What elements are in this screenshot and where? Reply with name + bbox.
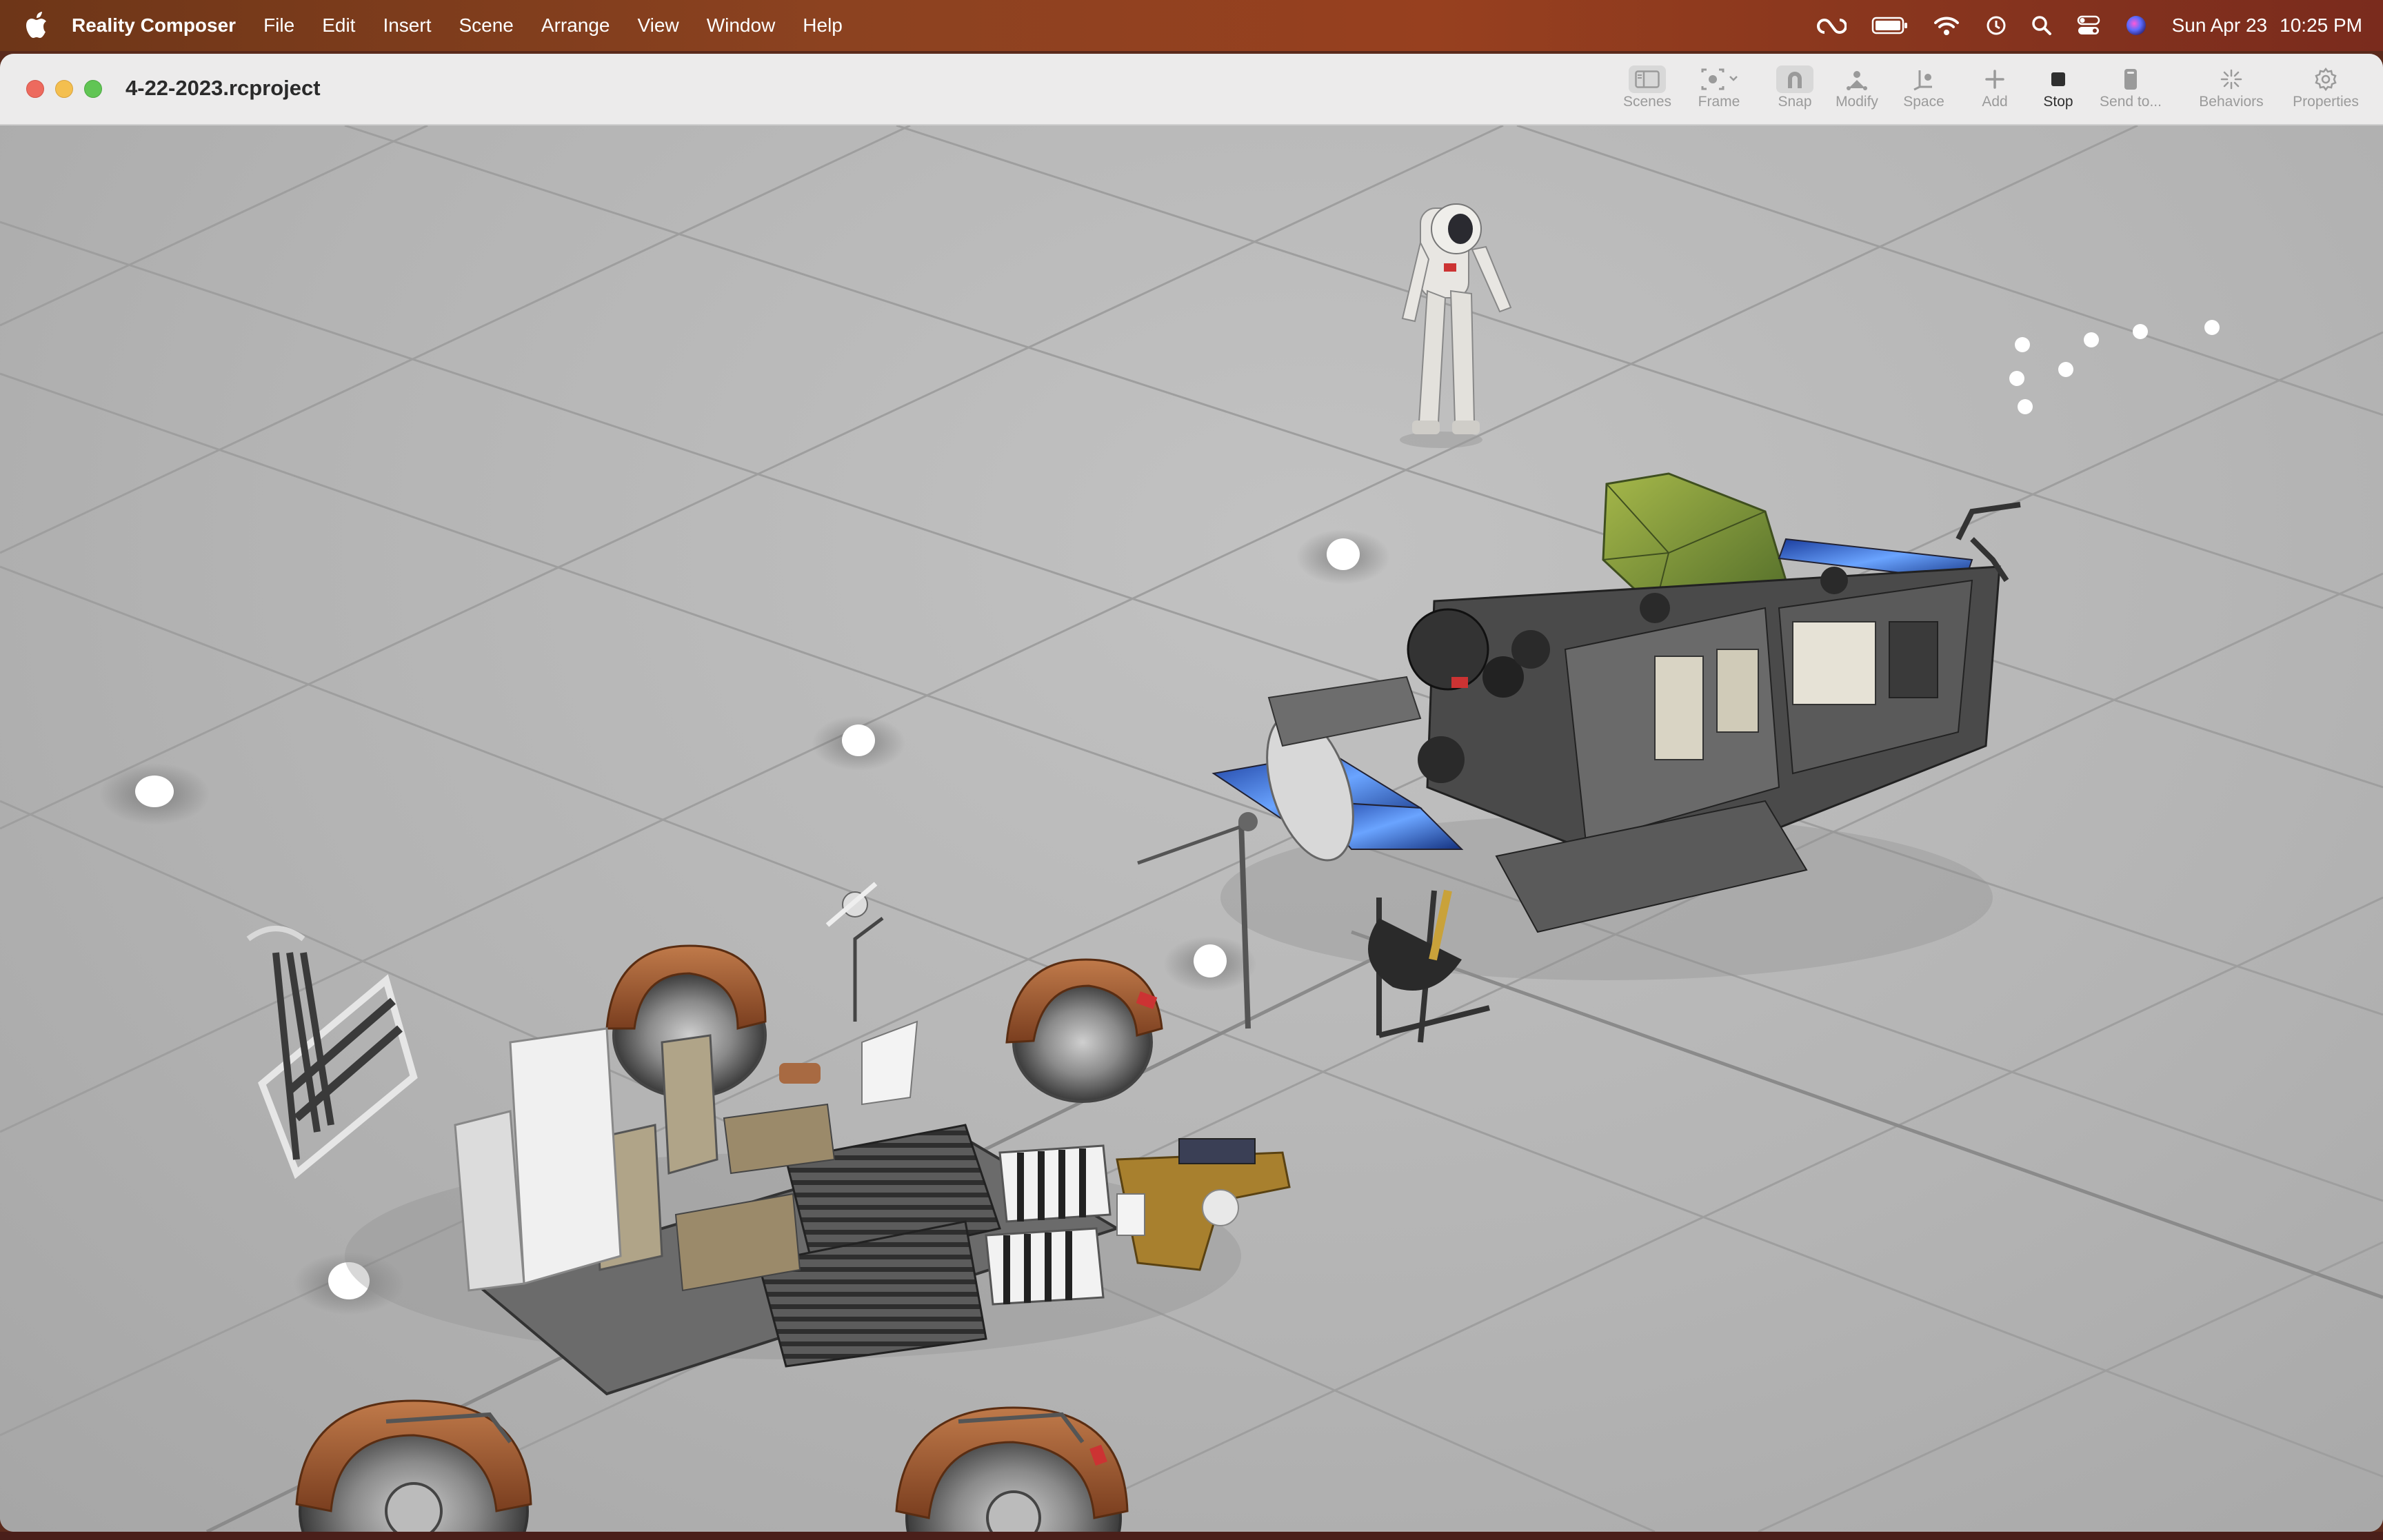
menu-arrange[interactable]: Arrange <box>541 14 610 37</box>
tool-rack[interactable] <box>246 926 418 1179</box>
menu-bar: Reality Composer File Edit Insert Scene … <box>0 0 2383 51</box>
menu-help[interactable]: Help <box>803 14 843 37</box>
stop-label: Stop <box>2043 94 2073 110</box>
frame-button[interactable]: Frame <box>1681 65 1757 117</box>
light-marker[interactable] <box>2058 362 2073 377</box>
modify-label: Modify <box>1836 94 1878 110</box>
battery-icon[interactable] <box>1871 16 1909 35</box>
space-icon <box>1913 70 1932 91</box>
magnet-icon <box>1788 72 1802 88</box>
scene-viewport[interactable] <box>0 125 2383 1532</box>
light-marker[interactable] <box>2018 399 2033 414</box>
menu-clock[interactable]: Sun Apr 23 10:25 PM <box>2172 14 2362 37</box>
reality-composer-window: 4-22-2023.rcproject Scenes Frame Snap Mo… <box>0 54 2383 1532</box>
modify-button[interactable]: Modify <box>1819 65 1895 117</box>
light-marker[interactable] <box>2084 332 2099 347</box>
ground-grid <box>0 125 2383 1532</box>
rover-wheel-rear-left[interactable] <box>295 1399 532 1532</box>
light-marker[interactable] <box>1194 944 1227 977</box>
siri-icon[interactable] <box>2125 14 2147 37</box>
behaviors-icon <box>2220 69 2242 90</box>
light-marker[interactable] <box>2015 337 2030 352</box>
properties-button[interactable]: Properties <box>2288 65 2364 117</box>
light-marker[interactable] <box>2009 371 2024 386</box>
desktop-background-strip <box>0 1532 2383 1540</box>
light-marker[interactable] <box>842 725 875 756</box>
rover-wheel-front-right[interactable] <box>1005 958 1163 1103</box>
light-marker[interactable] <box>135 776 174 807</box>
rover-wheel-rear-right[interactable] <box>895 1406 1129 1532</box>
scenes-button[interactable]: Scenes <box>1609 65 1685 117</box>
space-label: Space <box>1903 94 1944 110</box>
modify-icon <box>1847 71 1867 90</box>
menu-edit[interactable]: Edit <box>322 14 355 37</box>
behaviors-button[interactable]: Behaviors <box>2193 65 2269 117</box>
phone-icon <box>2124 69 2137 90</box>
minimize-window-button[interactable] <box>55 80 73 98</box>
send-to-button[interactable]: Send to... <box>2093 65 2169 117</box>
send-to-label: Send to... <box>2100 94 2162 110</box>
frame-icon <box>1701 68 1738 90</box>
gear-icon <box>2315 68 2337 91</box>
axis-lines <box>205 930 2383 1532</box>
plus-icon <box>1985 70 2004 89</box>
time-machine-icon[interactable] <box>1984 14 2007 37</box>
zoom-window-button[interactable] <box>84 80 102 98</box>
scenes-label: Scenes <box>1622 94 1672 110</box>
close-window-button[interactable] <box>26 80 44 98</box>
clock-time: 10:25 PM <box>2280 14 2362 36</box>
document-title: 4-22-2023.rcproject <box>125 76 321 100</box>
astronaut[interactable] <box>1400 203 1512 448</box>
menu-view[interactable]: View <box>638 14 679 37</box>
apple-menu-icon[interactable] <box>25 12 48 39</box>
light-marker[interactable] <box>2133 324 2148 339</box>
menu-window[interactable]: Window <box>707 14 776 37</box>
menu-scene[interactable]: Scene <box>459 14 513 37</box>
lunar-roving-vehicle[interactable] <box>345 882 1291 1396</box>
frame-label: Frame <box>1698 94 1740 110</box>
app-menu[interactable]: Reality Composer <box>72 14 236 37</box>
control-center-icon[interactable] <box>2077 15 2100 36</box>
properties-label: Properties <box>2293 94 2359 110</box>
behaviors-label: Behaviors <box>2199 94 2264 110</box>
wifi-icon[interactable] <box>1933 15 1960 36</box>
lunar-module[interactable] <box>1137 472 2021 1043</box>
scene-canvas[interactable] <box>0 125 2383 1532</box>
creative-cloud-icon[interactable] <box>1816 14 1847 37</box>
spotlight-search-icon[interactable] <box>2031 15 2052 36</box>
clock-date: Sun Apr 23 <box>2171 14 2268 36</box>
menu-file[interactable]: File <box>263 14 294 37</box>
stop-button[interactable]: Stop <box>2020 65 2096 117</box>
stop-icon <box>2051 72 2065 86</box>
space-button[interactable]: Space <box>1886 65 1962 117</box>
menu-insert[interactable]: Insert <box>383 14 431 37</box>
sidebar-icon <box>1635 70 1660 88</box>
window-toolbar: 4-22-2023.rcproject Scenes Frame Snap Mo… <box>0 54 2383 125</box>
light-marker[interactable] <box>1327 538 1360 570</box>
light-marker[interactable] <box>2204 320 2220 335</box>
